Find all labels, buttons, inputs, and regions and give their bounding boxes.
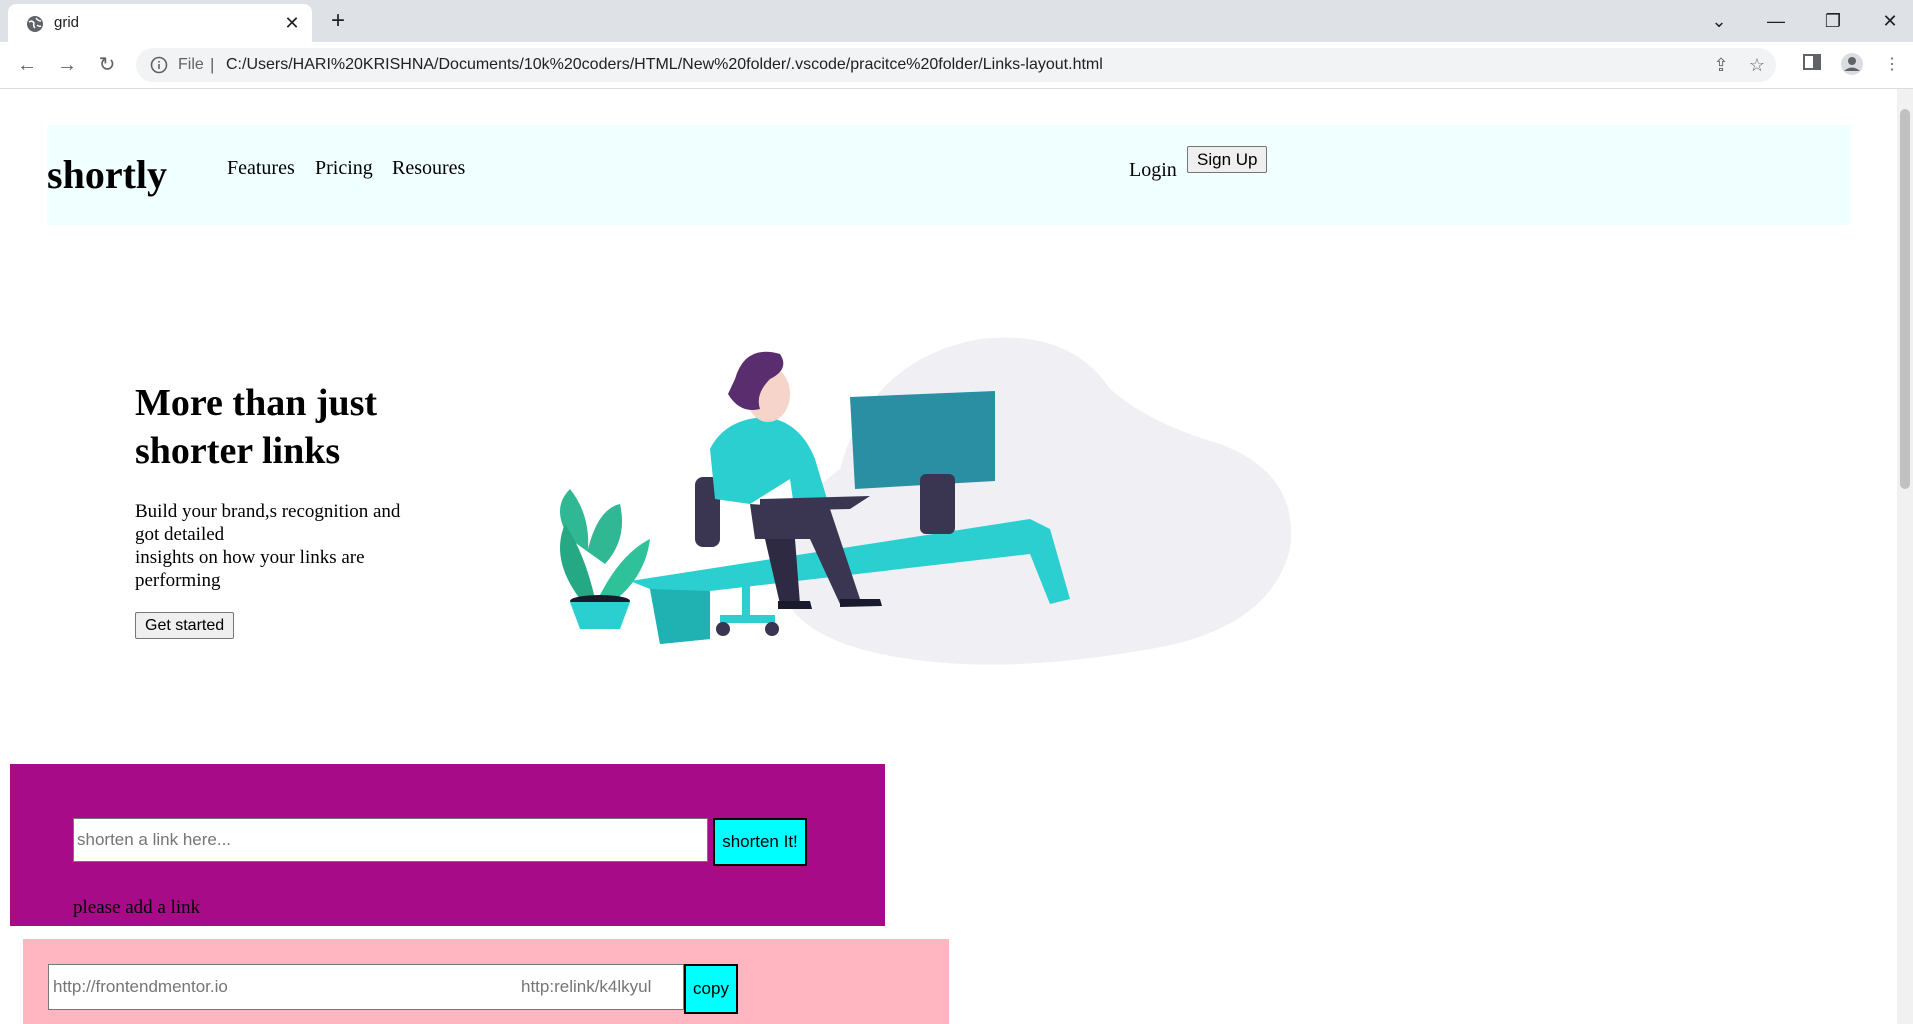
- original-link: http://frontendmentor.io: [53, 977, 228, 996]
- nav-link-pricing[interactable]: Pricing: [315, 157, 373, 180]
- reload-icon[interactable]: ↻: [93, 51, 121, 79]
- vertical-scrollbar[interactable]: [1897, 89, 1913, 1024]
- working-illustration: [560, 337, 1292, 665]
- nav-link-resources[interactable]: Resoures: [392, 157, 465, 180]
- side-panel-icon[interactable]: [1799, 52, 1825, 78]
- site-logo[interactable]: shortly: [47, 151, 167, 198]
- shorten-error-message: please add a link: [73, 897, 201, 918]
- page-viewport: shortly Features Pricing Resoures Login …: [0, 89, 1897, 1024]
- copy-button[interactable]: copy: [684, 964, 738, 1014]
- hero-text-line2: insights on how your links are performin…: [135, 547, 365, 591]
- browser-tab[interactable]: grid ✕: [8, 4, 312, 42]
- result-section: http://frontendmentor.io http:relink/k4l…: [23, 939, 949, 1024]
- tab-title: grid: [54, 14, 80, 31]
- hero-text-line1: Build your brand,s recognition and got d…: [135, 501, 401, 545]
- nav-link-features[interactable]: Features: [227, 157, 295, 180]
- browser-tab-bar: grid ✕ + ⌄ — ❐ ✕: [0, 0, 1913, 42]
- result-row: http://frontendmentor.io http:relink/k4l…: [48, 964, 684, 1010]
- browser-toolbar: ← → ↻ File | C:/Users/HARI%20KRISHNA/Doc…: [0, 42, 1913, 89]
- plus-icon[interactable]: +: [325, 8, 351, 34]
- back-icon[interactable]: ←: [13, 51, 41, 79]
- profile-icon[interactable]: [1839, 52, 1865, 78]
- window-close-icon[interactable]: ✕: [1877, 8, 1903, 34]
- shorten-button[interactable]: shorten It!: [713, 818, 807, 866]
- short-link: http:relink/k4lkyul: [521, 977, 652, 996]
- hero-title: More than just shorter links: [135, 382, 378, 472]
- scrollbar-thumb[interactable]: [1900, 109, 1910, 489]
- shorten-section: shorten It! please add a link: [10, 764, 885, 926]
- login-link[interactable]: Login: [1129, 159, 1177, 182]
- hero-description: Build your brand,s recognition and got d…: [135, 500, 405, 592]
- tab-search-icon[interactable]: ⌄: [1706, 8, 1732, 34]
- url-text[interactable]: C:/Users/HARI%20KRISHNA/Documents/10k%20…: [226, 56, 1103, 74]
- share-icon[interactable]: ⇪: [1710, 54, 1732, 76]
- get-started-button[interactable]: Get started: [135, 612, 235, 639]
- site-header: shortly Features Pricing Resoures Login …: [47, 125, 1851, 225]
- minimize-icon[interactable]: —: [1763, 8, 1789, 34]
- restore-icon[interactable]: ❐: [1820, 8, 1846, 34]
- file-scheme-label: File: [178, 56, 204, 73]
- shorten-link-input[interactable]: [73, 818, 708, 862]
- address-bar[interactable]: File | C:/Users/HARI%20KRISHNA/Documents…: [136, 48, 1776, 82]
- more-icon[interactable]: ⋮: [1879, 52, 1905, 78]
- close-icon[interactable]: ✕: [282, 13, 302, 33]
- forward-icon[interactable]: →: [53, 51, 81, 79]
- globe-icon: [27, 16, 43, 32]
- signup-button[interactable]: Sign Up: [1187, 146, 1268, 173]
- info-icon[interactable]: [150, 56, 168, 74]
- star-icon[interactable]: ☆: [1746, 54, 1768, 76]
- omnibox-separator: |: [210, 55, 215, 74]
